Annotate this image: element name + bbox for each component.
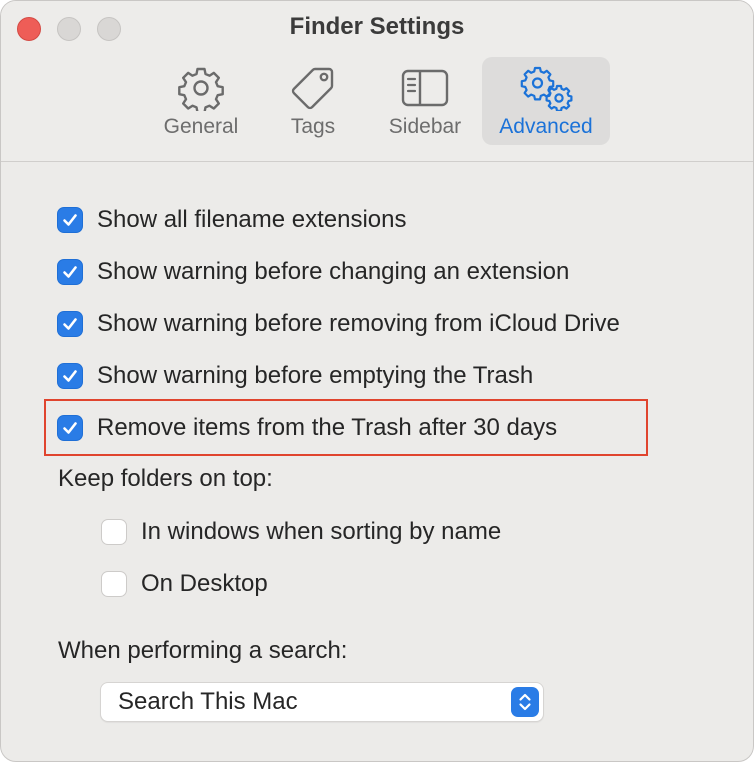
option-label: Show warning before emptying the Trash [97,362,534,389]
option-label: On Desktop [141,570,268,597]
tab-label: Sidebar [388,115,462,138]
option-folders-desktop[interactable]: On Desktop [101,567,268,601]
search-scope-label: When performing a search: [58,637,348,664]
search-scope-select[interactable]: Search This Mac [100,682,544,722]
checkbox[interactable] [57,259,83,285]
checkmark-icon [63,422,77,434]
option-label: Show warning before changing an extensio… [97,258,570,285]
tab-tags[interactable]: Tags [283,57,343,145]
keep-folders-label: Keep folders on top: [58,465,273,492]
checkmark-icon [63,214,77,226]
gears-icon [517,65,575,111]
checkmark-icon [63,318,77,330]
sidebar-icon [401,65,449,111]
tab-label: Advanced [499,115,593,138]
checkmark-icon [63,370,77,382]
chevron-updown-icon [511,687,539,717]
option-label: In windows when sorting by name [141,518,502,545]
window-title: Finder Settings [289,13,465,40]
tab-general[interactable]: General [157,57,245,145]
option-warn-change-extension[interactable]: Show warning before changing an extensio… [57,255,569,289]
checkbox[interactable] [101,571,127,597]
search-scope-value: Search This Mac [118,688,298,715]
checkbox[interactable] [57,311,83,337]
option-folders-windows[interactable]: In windows when sorting by name [101,515,501,549]
option-label: Show warning before removing from iCloud… [97,310,620,337]
tab-advanced[interactable]: Advanced [482,57,610,145]
option-label: Remove items from the Trash after 30 day… [97,414,558,441]
option-label: Show all filename extensions [97,206,407,233]
gear-icon [177,65,225,111]
option-warn-icloud-remove[interactable]: Show warning before removing from iCloud… [57,307,620,341]
tab-sidebar[interactable]: Sidebar [381,57,469,145]
toolbar: Finder Settings General Tags Sidebar Adv… [1,1,753,162]
checkbox[interactable] [57,363,83,389]
option-show-extensions[interactable]: Show all filename extensions [57,203,407,237]
tag-icon [289,65,337,111]
tab-label: Tags [290,115,336,138]
option-warn-empty-trash[interactable]: Show warning before emptying the Trash [57,359,533,393]
checkbox[interactable] [57,207,83,233]
finder-settings-window: Finder Settings General Tags Sidebar Adv… [0,0,754,762]
tab-label: General [163,115,239,138]
advanced-pane: Show all filename extensions Show warnin… [1,162,753,761]
option-remove-trash-30-days[interactable]: Remove items from the Trash after 30 day… [57,411,557,445]
checkbox[interactable] [57,415,83,441]
checkbox[interactable] [101,519,127,545]
checkmark-icon [63,266,77,278]
